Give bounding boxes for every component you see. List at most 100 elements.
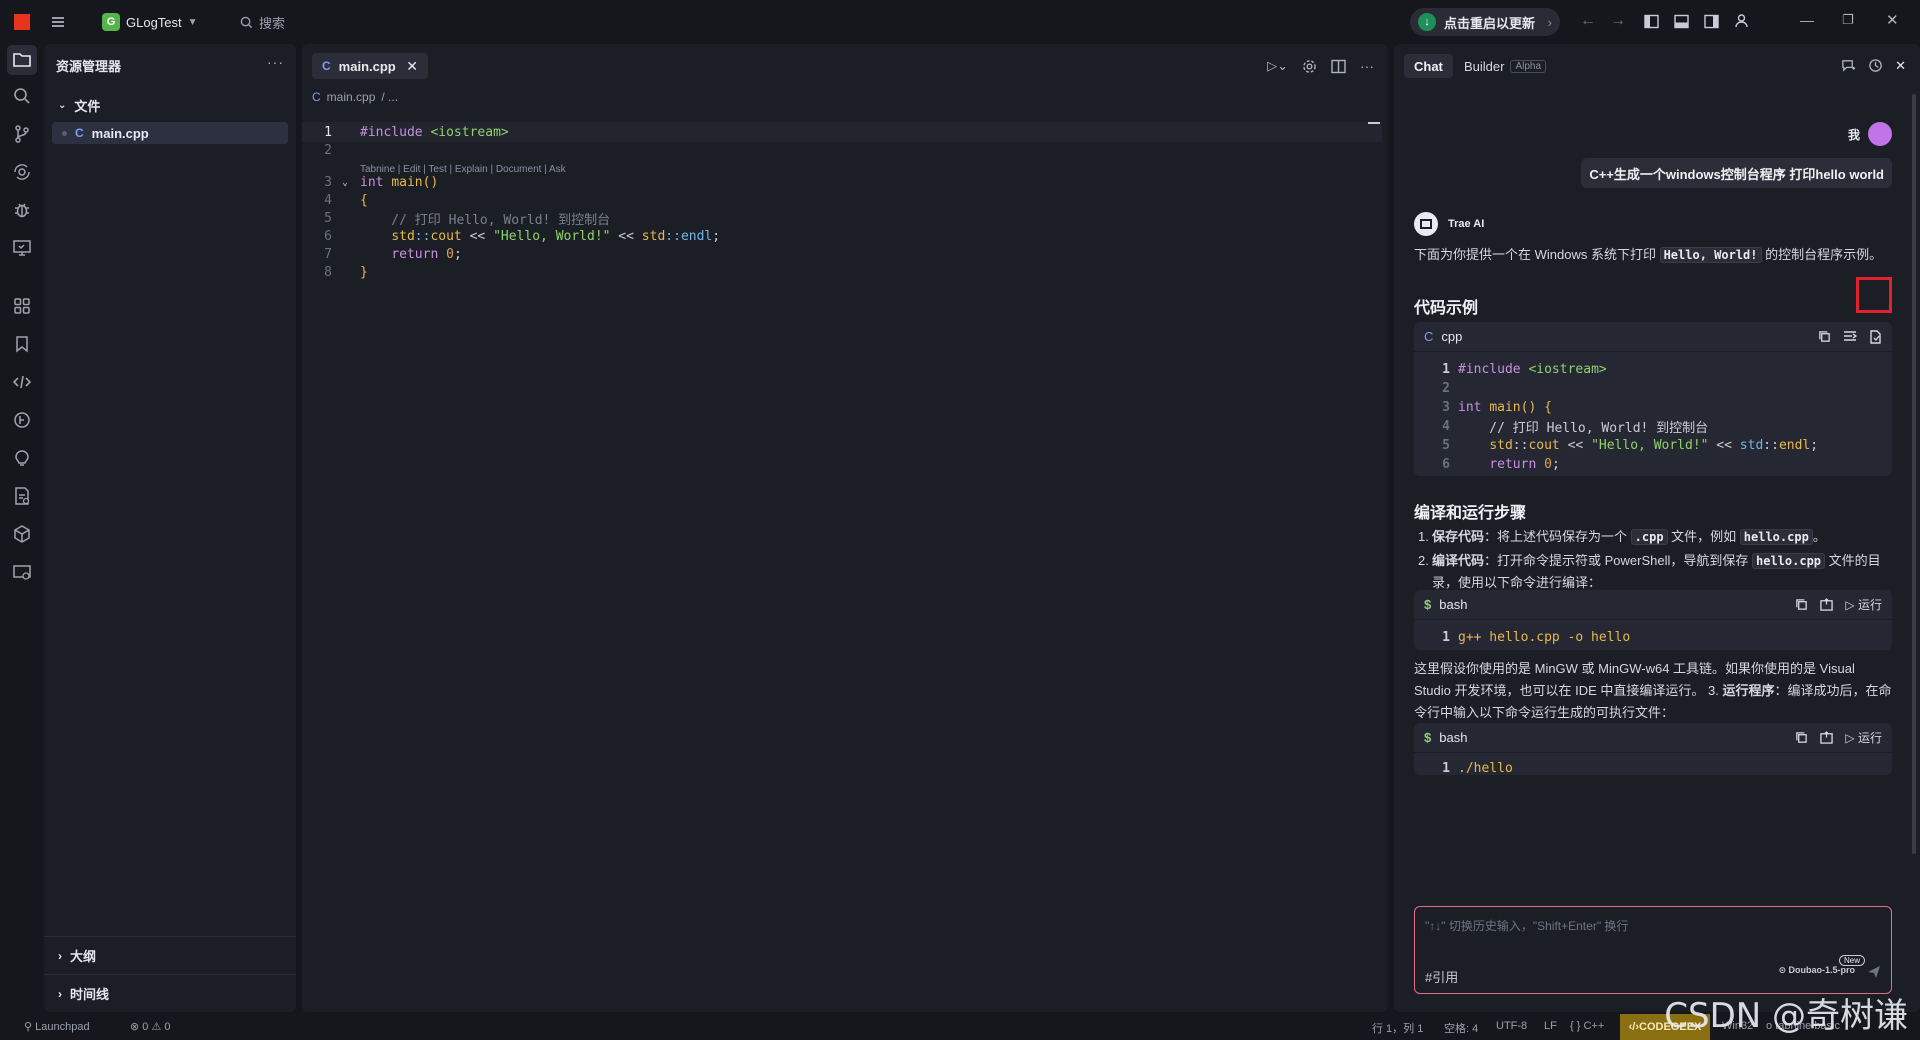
heading-code-example: 代码示例: [1414, 300, 1479, 317]
send-icon[interactable]: [1867, 965, 1881, 979]
code-text: std::cout << "Hello, World!" << std::end…: [391, 228, 721, 244]
line-number: 2: [1442, 381, 1450, 396]
project-switcher[interactable]: G GLogTest ▼: [102, 11, 198, 33]
extensions-icon[interactable]: [12, 296, 32, 316]
activity-bar: [0, 44, 44, 1014]
breadcrumb-file[interactable]: main.cpp: [327, 90, 376, 104]
problems-item[interactable]: ⊗ 0 ⚠ 0: [130, 1020, 170, 1033]
model-selector[interactable]: ⊙ Doubao-1.5-pro: [1778, 965, 1855, 976]
split-editor-icon[interactable]: [1331, 59, 1346, 74]
tabnine-codelens[interactable]: Tabnine | Edit | Test | Explain | Docume…: [360, 164, 566, 175]
line-number: 5: [1442, 438, 1450, 453]
code-line: 7}: [1414, 474, 1892, 476]
code-line: 6 std::cout << "Hello, World!" << std::e…: [302, 226, 720, 246]
code-text: std::cout << "Hello, World!" << std::end…: [1489, 438, 1819, 453]
reference-button[interactable]: #引用: [1425, 967, 1458, 986]
timeline-section-header[interactable]: › 时间线: [58, 984, 109, 1003]
settings-gear-icon[interactable]: [1302, 59, 1317, 74]
source-control-icon[interactable]: [12, 124, 32, 144]
editor-tab-main-cpp[interactable]: C main.cpp ✕: [312, 53, 428, 79]
remote-icon[interactable]: [12, 162, 32, 182]
close-tab-icon[interactable]: ✕: [406, 58, 418, 75]
codegeex-icon[interactable]: [12, 372, 32, 392]
step-text: 文件，例如: [1667, 529, 1740, 544]
chevron-right-icon: ›: [58, 986, 62, 1001]
breadcrumb-more[interactable]: / ...: [381, 90, 398, 104]
send-to-terminal-icon[interactable]: [1820, 731, 1834, 744]
launchpad-label: Launchpad: [35, 1021, 90, 1033]
code-line: 4 // 打印 Hello, World! 到控制台: [1414, 417, 1892, 436]
remote-window-icon[interactable]: [12, 562, 32, 582]
minimize-icon[interactable]: —: [1800, 12, 1814, 28]
fold-chevron-icon[interactable]: ⌄: [342, 177, 348, 188]
test-report-icon[interactable]: [12, 486, 32, 506]
intro-text: 下面为你提供一个在 Windows 系统下打印: [1414, 247, 1660, 262]
back-arrow-icon[interactable]: ←: [1580, 12, 1596, 30]
files-section-header[interactable]: ⌄ 文件: [58, 96, 100, 115]
explorer-icon[interactable]: [7, 45, 37, 75]
tabnine-icon[interactable]: [12, 410, 32, 430]
code-block-actions: ▷ 运行: [1795, 729, 1882, 746]
project-badge: G: [102, 13, 120, 31]
line-number: 5: [324, 210, 332, 226]
history-icon[interactable]: [1868, 58, 1883, 73]
encoding[interactable]: UTF-8: [1496, 1020, 1527, 1032]
copy-icon[interactable]: [1818, 330, 1831, 343]
alpha-badge: Alpha: [1510, 59, 1547, 73]
toggle-panel-icon[interactable]: [1674, 14, 1689, 29]
chat-scrollbar[interactable]: [1912, 94, 1916, 854]
new-chat-icon[interactable]: [1841, 58, 1856, 73]
toggle-sidebar-icon[interactable]: [1644, 14, 1659, 29]
close-panel-icon[interactable]: ✕: [1895, 58, 1906, 74]
language-mode[interactable]: { } C++: [1570, 1020, 1604, 1032]
inline-code: hello.cpp: [1739, 529, 1813, 545]
copy-icon[interactable]: [1795, 598, 1808, 611]
breadcrumb: C main.cpp / ...: [312, 90, 398, 104]
step-number: 2.: [1418, 553, 1429, 568]
toggle-aux-bar-icon[interactable]: [1704, 14, 1719, 29]
outline-section-header[interactable]: › 大纲: [58, 946, 96, 965]
close-window-icon[interactable]: ✕: [1886, 11, 1899, 29]
restore-icon[interactable]: ❐: [1842, 12, 1854, 28]
account-icon[interactable]: [1734, 13, 1749, 28]
chat-input[interactable]: "↑↓" 切换历史输入，"Shift+Enter" 换行 #引用 New ⊙ D…: [1414, 906, 1892, 994]
tab-chat[interactable]: Chat: [1404, 54, 1453, 78]
remote-explorer-icon[interactable]: [12, 238, 32, 258]
file-item-main-cpp[interactable]: C main.cpp: [52, 122, 288, 144]
inline-code: hello.cpp: [1752, 553, 1826, 569]
line-number: 1: [324, 124, 332, 140]
ai-assistant-icon[interactable]: [12, 448, 32, 468]
send-to-terminal-icon[interactable]: [1820, 598, 1834, 611]
debug-icon[interactable]: [12, 200, 32, 220]
global-search[interactable]: 搜索: [240, 13, 285, 32]
tab-builder[interactable]: Builder Alpha: [1454, 54, 1556, 78]
apply-to-file-icon[interactable]: [1869, 329, 1882, 344]
package-icon[interactable]: [12, 524, 32, 544]
code-line: 5 std::cout << "Hello, World!" << std::e…: [1414, 436, 1892, 455]
download-icon: ↓: [1418, 13, 1436, 31]
bookmark-icon[interactable]: [12, 334, 32, 354]
run-icon[interactable]: ▷⌄: [1267, 58, 1288, 74]
code-block-body: 1 #include <iostream> 2 3 int main() { 4 /…: [1414, 352, 1892, 476]
indentation[interactable]: 空格: 4: [1444, 1020, 1478, 1036]
line-number: 6: [1442, 457, 1450, 472]
line-ending[interactable]: LF: [1544, 1020, 1557, 1032]
cursor-position[interactable]: 行 1，列 1: [1372, 1020, 1423, 1036]
user-avatar: [1868, 122, 1892, 146]
launchpad-item[interactable]: ⚲ Launchpad: [24, 1020, 90, 1033]
more-actions-icon[interactable]: ···: [267, 54, 284, 70]
forward-arrow-icon[interactable]: →: [1610, 12, 1626, 30]
update-button[interactable]: ↓ 点击重启以更新 ›: [1410, 8, 1560, 36]
menu-icon[interactable]: [50, 14, 66, 30]
run-button[interactable]: ▷ 运行: [1845, 729, 1882, 746]
builder-label: Builder: [1464, 58, 1505, 74]
cpp-file-icon: C: [322, 59, 331, 73]
search-icon[interactable]: [12, 86, 32, 106]
insert-code-icon[interactable]: [1843, 330, 1857, 343]
copy-icon[interactable]: [1795, 731, 1808, 744]
run-button[interactable]: ▷ 运行: [1845, 596, 1882, 613]
line-number: 6: [324, 228, 332, 244]
code-lang: cpp: [1441, 329, 1463, 344]
more-icon[interactable]: ···: [1360, 58, 1374, 74]
run-label: 运行: [1857, 731, 1882, 745]
